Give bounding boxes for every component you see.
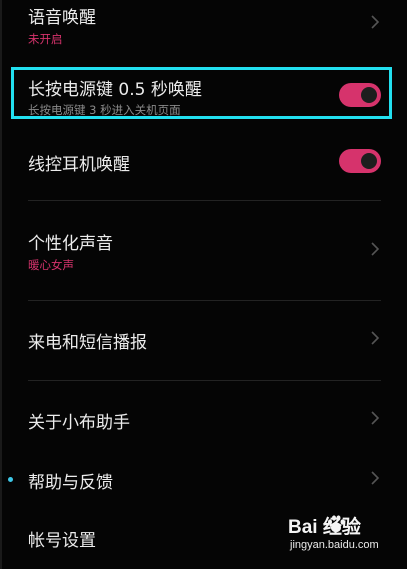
setting-description: 长按电源键 3 秒进入关机页面 [28,103,181,117]
toggle-knob [361,87,377,103]
paw-icon [328,515,345,533]
toggle-knob [361,153,377,169]
setting-personalized-voice[interactable]: 个性化声音 暖心女声 [0,201,407,299]
settings-screen: 语音唤醒 未开启 长按电源键 0.5 秒唤醒 长按电源键 3 秒进入关机页面 线… [0,0,407,569]
setting-call-sms-broadcast[interactable]: 来电和短信播报 [0,301,407,379]
setting-wired-headset-wakeup[interactable]: 线控耳机唤醒 [0,128,407,198]
wired-headset-toggle[interactable] [339,149,381,173]
setting-title: 长按电源键 0.5 秒唤醒 [28,80,202,100]
chevron-right-icon [371,331,380,345]
setting-title: 线控耳机唤醒 [28,155,130,175]
chevron-right-icon [371,242,380,256]
divider [28,380,381,381]
chevron-right-icon [371,471,380,485]
baidu-jingyan-watermark: Bai 经验 jingyan.baidu.com [288,512,404,566]
setting-title: 帐号设置 [28,531,96,551]
setting-status: 暖心女声 [28,258,74,272]
chevron-right-icon [371,15,380,29]
watermark-logo: Bai 经验 [288,517,361,538]
setting-voice-wakeup[interactable]: 语音唤醒 未开启 [0,0,407,60]
setting-status: 未开启 [28,32,63,46]
power-key-toggle[interactable] [339,83,381,107]
watermark-url: jingyan.baidu.com [290,539,379,551]
setting-title: 关于小布助手 [28,413,130,433]
setting-title: 来电和短信播报 [28,333,147,353]
chevron-right-icon [371,411,380,425]
setting-title: 帮助与反馈 [28,473,113,493]
setting-about-assistant[interactable]: 关于小布助手 [0,391,407,449]
setting-help-feedback[interactable]: 帮助与反馈 [0,452,407,508]
setting-power-key-wakeup[interactable]: 长按电源键 0.5 秒唤醒 长按电源键 3 秒进入关机页面 [0,62,407,124]
setting-title: 个性化声音 [28,234,113,254]
setting-title: 语音唤醒 [28,8,96,28]
